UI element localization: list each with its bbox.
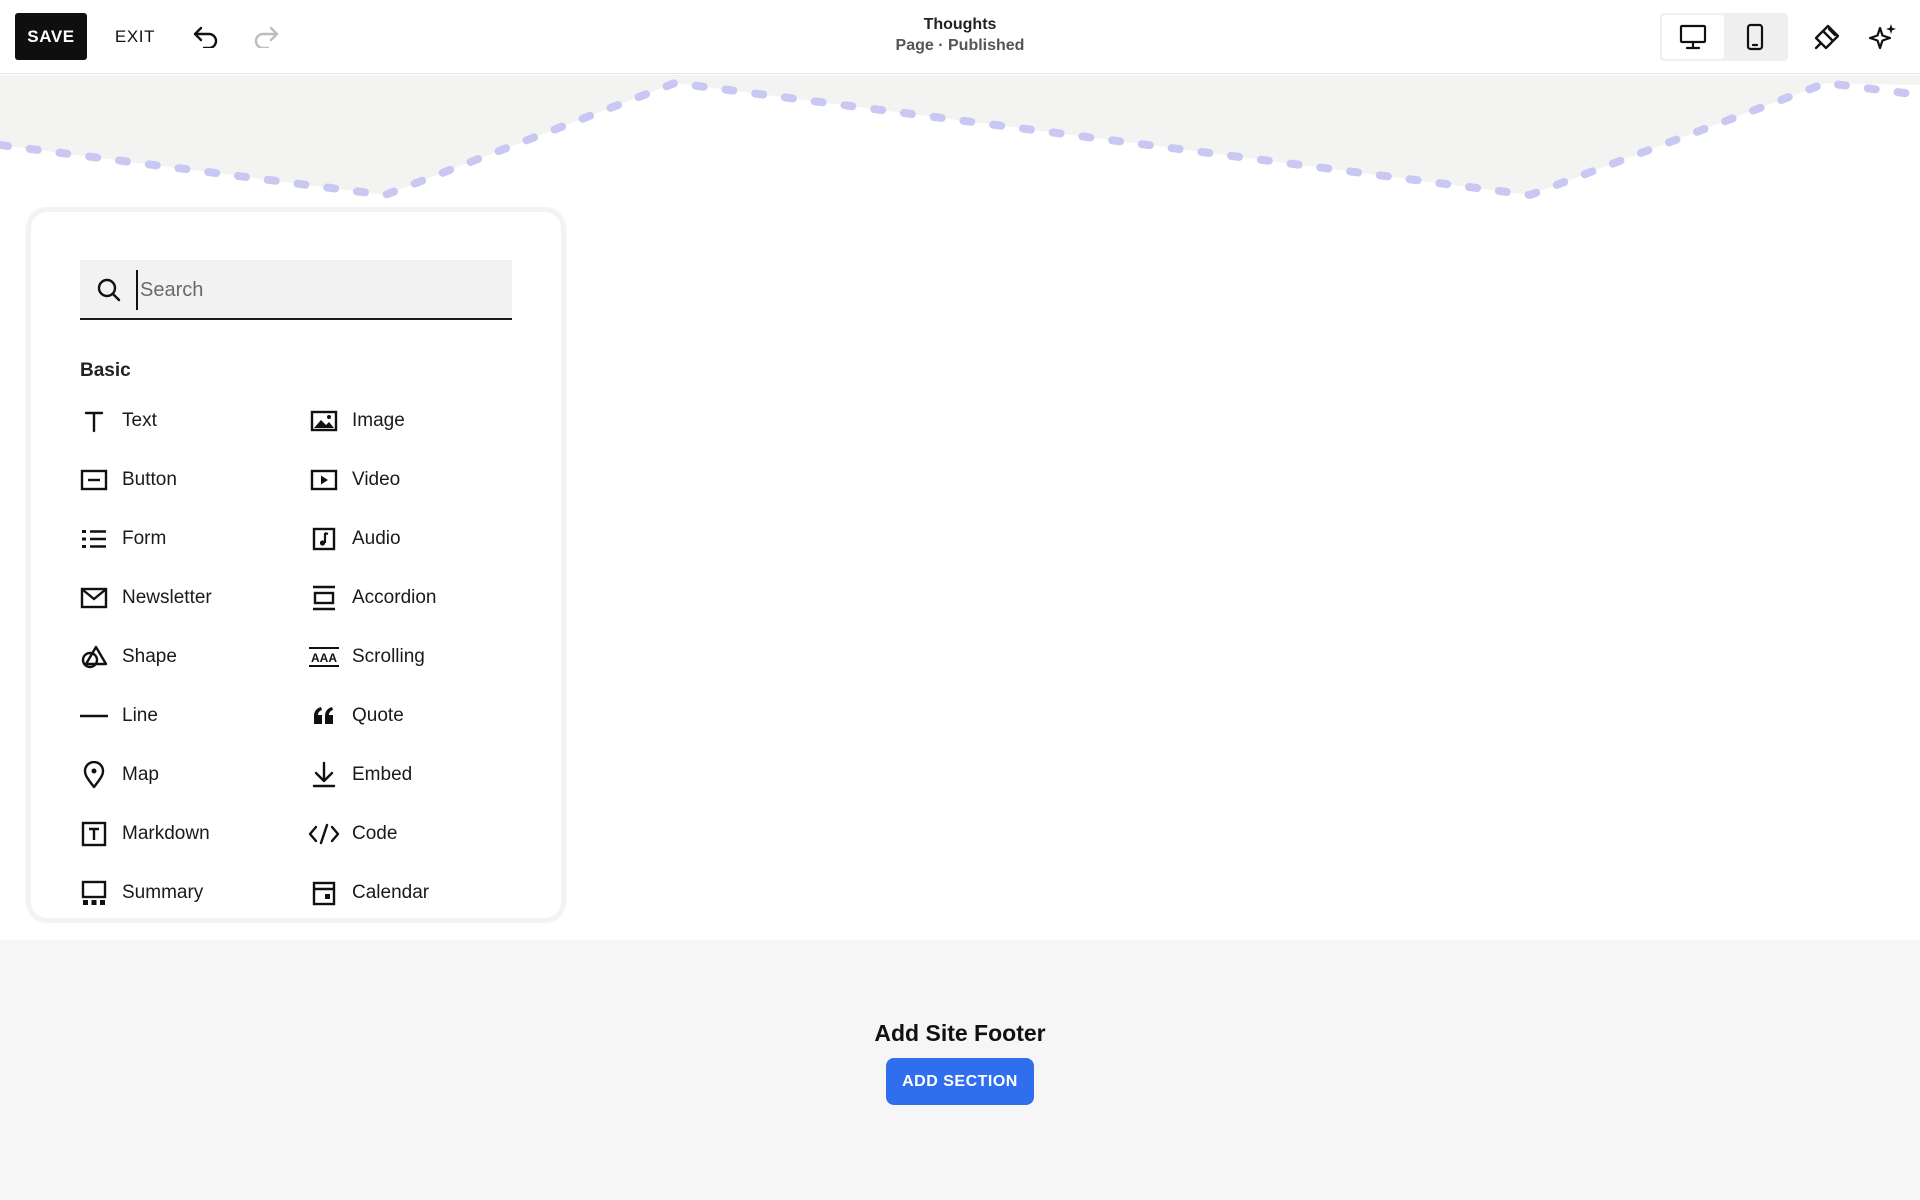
block-text[interactable]: Text xyxy=(78,401,288,441)
block-image[interactable]: Image xyxy=(308,401,518,441)
block-label: Quote xyxy=(352,705,404,726)
undo-button[interactable] xyxy=(186,16,226,56)
mobile-icon xyxy=(1746,23,1764,51)
block-label: Map xyxy=(122,764,159,785)
add-block-panel: Basic Text Button Form Newsletter xyxy=(31,212,561,918)
block-label: Summary xyxy=(122,882,204,903)
summary-icon xyxy=(78,877,110,909)
quote-icon xyxy=(308,700,340,732)
audio-icon xyxy=(308,523,340,555)
calendar-icon xyxy=(308,877,340,909)
page-canvas: Basic Text Button Form Newsletter xyxy=(0,75,1920,940)
block-code[interactable]: Code xyxy=(308,814,518,854)
page-status: Page · Published xyxy=(895,37,1025,54)
save-button[interactable]: SAVE xyxy=(15,13,87,60)
svg-text:AAA: AAA xyxy=(311,651,337,665)
mobile-view-button[interactable] xyxy=(1724,15,1786,59)
form-icon xyxy=(78,523,110,555)
button-icon xyxy=(78,464,110,496)
line-icon xyxy=(78,700,110,732)
block-markdown[interactable]: Markdown xyxy=(78,814,288,854)
block-label: Embed xyxy=(352,764,413,785)
search-box xyxy=(80,260,512,320)
block-label: Newsletter xyxy=(122,587,212,608)
ai-assistant-button[interactable] xyxy=(1862,16,1904,58)
block-embed[interactable]: Embed xyxy=(308,755,518,795)
redo-icon xyxy=(254,26,279,48)
block-label: Video xyxy=(352,469,401,490)
section-label-basic: Basic xyxy=(80,360,131,381)
site-styles-button[interactable] xyxy=(1806,16,1848,58)
search-input[interactable] xyxy=(136,270,496,310)
add-section-button[interactable]: ADD SECTION xyxy=(886,1058,1034,1105)
section-divider-band xyxy=(0,75,1920,200)
newsletter-icon xyxy=(78,582,110,614)
block-video[interactable]: Video xyxy=(308,460,518,500)
block-label: Line xyxy=(122,705,158,726)
redo-button[interactable] xyxy=(246,16,286,56)
block-calendar[interactable]: Calendar xyxy=(308,873,518,913)
top-toolbar: SAVE EXIT Thoughts Page · Published xyxy=(0,0,1920,74)
block-label: Button xyxy=(122,469,177,490)
block-label: Code xyxy=(352,823,398,844)
embed-icon xyxy=(308,759,340,791)
block-quote[interactable]: Quote xyxy=(308,696,518,736)
map-pin-icon xyxy=(78,759,110,791)
block-label: Text xyxy=(122,410,157,431)
block-audio[interactable]: Audio xyxy=(308,519,518,559)
block-button[interactable]: Button xyxy=(78,460,288,500)
page-title: Thoughts xyxy=(923,16,997,33)
device-view-toggle xyxy=(1660,13,1788,61)
block-label: Scrolling xyxy=(352,646,425,667)
site-footer-placeholder: Add Site Footer ADD SECTION xyxy=(0,940,1920,1200)
search-icon xyxy=(97,278,121,302)
block-label: Accordion xyxy=(352,587,437,608)
block-label: Form xyxy=(122,528,167,549)
code-icon xyxy=(308,818,340,850)
exit-button[interactable]: EXIT xyxy=(104,13,166,60)
block-line[interactable]: Line xyxy=(78,696,288,736)
block-form[interactable]: Form xyxy=(78,519,288,559)
desktop-view-button[interactable] xyxy=(1662,15,1724,59)
block-label: Audio xyxy=(352,528,401,549)
block-label: Shape xyxy=(122,646,177,667)
block-accordion[interactable]: Accordion xyxy=(308,578,518,618)
desktop-icon xyxy=(1679,24,1707,50)
sparkle-icon xyxy=(1868,24,1896,50)
block-label: Calendar xyxy=(352,882,430,903)
shape-icon xyxy=(78,641,110,673)
video-icon xyxy=(308,464,340,496)
paintbrush-icon xyxy=(1814,24,1840,50)
undo-icon xyxy=(193,26,218,48)
block-scrolling[interactable]: AAA Scrolling xyxy=(308,637,518,677)
image-icon xyxy=(308,405,340,437)
block-label: Markdown xyxy=(122,823,210,844)
block-shape[interactable]: Shape xyxy=(78,637,288,677)
footer-title: Add Site Footer xyxy=(874,1020,1046,1046)
block-summary[interactable]: Summary xyxy=(78,873,288,913)
markdown-icon xyxy=(78,818,110,850)
block-map[interactable]: Map xyxy=(78,755,288,795)
block-label: Image xyxy=(352,410,405,431)
accordion-icon xyxy=(308,582,340,614)
page-info: Thoughts Page · Published xyxy=(810,14,1110,56)
block-newsletter[interactable]: Newsletter xyxy=(78,578,288,618)
text-icon xyxy=(78,405,110,437)
scrolling-icon: AAA xyxy=(308,641,340,673)
